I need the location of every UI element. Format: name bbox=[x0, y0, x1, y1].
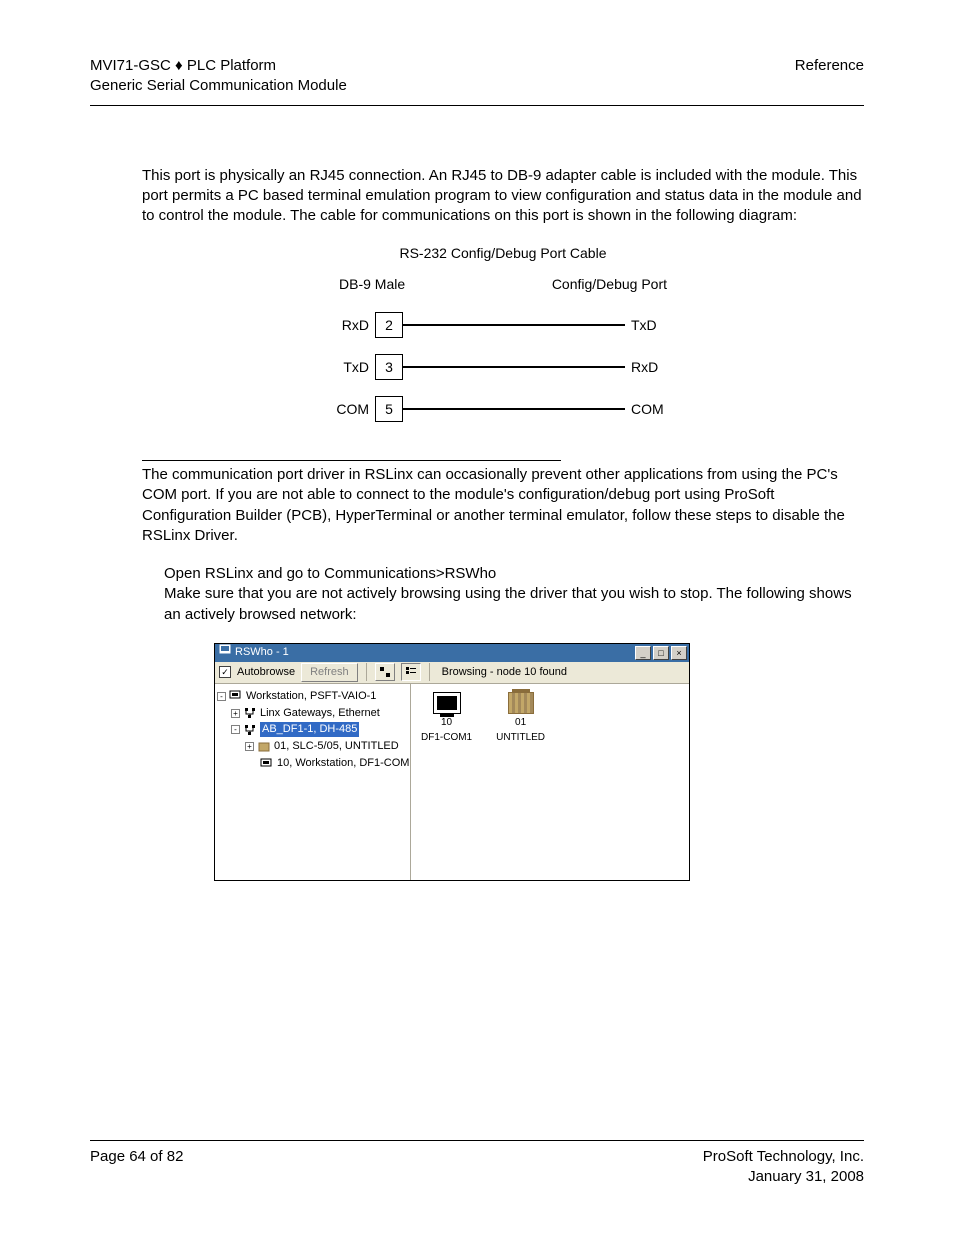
network-icon bbox=[243, 707, 257, 719]
header-title-1: MVI71-GSC ♦ PLC Platform bbox=[90, 56, 347, 76]
footer-company: ProSoft Technology, Inc. bbox=[703, 1147, 864, 1167]
footer-date: January 31, 2008 bbox=[703, 1167, 864, 1187]
cable-right-label: TxD bbox=[625, 316, 673, 335]
cable-left-label: COM bbox=[333, 400, 375, 419]
monitor-icon bbox=[433, 692, 461, 714]
workstation-icon bbox=[229, 690, 243, 702]
step-line: Make sure that you are not actively brow… bbox=[164, 584, 864, 625]
refresh-button[interactable]: Refresh bbox=[301, 663, 358, 682]
steps: Open RSLinx and go to Communications>RSW… bbox=[142, 564, 864, 625]
plc-icon bbox=[257, 741, 271, 753]
workstation-icon bbox=[260, 758, 274, 770]
cable-head-left: DB-9 Male bbox=[339, 275, 405, 294]
tree-pane[interactable]: - Workstation, PSFT-VAIO-1 + Linx Gatewa… bbox=[215, 684, 411, 880]
cable-head-right: Config/Debug Port bbox=[552, 275, 667, 294]
tree-node-label: Workstation, PSFT-VAIO-1 bbox=[246, 689, 376, 704]
expand-icon[interactable]: + bbox=[245, 742, 254, 751]
header-left: MVI71-GSC ♦ PLC Platform Generic Serial … bbox=[90, 56, 347, 97]
cable-right-label: RxD bbox=[625, 358, 673, 377]
toolbar-divider bbox=[366, 663, 367, 681]
cable-head: DB-9 Male Config/Debug Port bbox=[339, 275, 667, 294]
cable-diagram: RS-232 Config/Debug Port Cable DB-9 Male… bbox=[333, 244, 673, 430]
tree-node-label: 10, Workstation, DF1-COM1 bbox=[277, 756, 411, 771]
list-item-line2: DF1-COM1 bbox=[421, 731, 472, 745]
plc-icon bbox=[508, 692, 534, 714]
cable-wire bbox=[403, 408, 625, 410]
header-right: Reference bbox=[795, 56, 864, 97]
cable-rows: RxD 2 TxD TxD 3 RxD COM 5 COM bbox=[333, 304, 673, 430]
toolbar: ✓ Autobrowse Refresh Browsing - node 10 … bbox=[215, 662, 689, 684]
cable-row: RxD 2 TxD bbox=[333, 304, 673, 346]
expand-icon[interactable]: + bbox=[231, 709, 240, 718]
page-header: MVI71-GSC ♦ PLC Platform Generic Serial … bbox=[90, 56, 864, 106]
large-icons-button[interactable] bbox=[375, 663, 395, 681]
minimize-button[interactable]: _ bbox=[635, 646, 651, 660]
close-button[interactable]: × bbox=[671, 646, 687, 660]
list-pane: 10 DF1-COM1 01 UNTITLED bbox=[411, 684, 689, 880]
tree-node-label: 01, SLC-5/05, UNTITLED bbox=[274, 739, 399, 754]
tree-node-label: Linx Gateways, Ethernet bbox=[260, 706, 380, 721]
cable-left-label: RxD bbox=[333, 316, 375, 335]
expand-icon[interactable]: - bbox=[217, 692, 226, 701]
paragraph-1: This port is physically an RJ45 connecti… bbox=[142, 166, 864, 227]
footer-left: Page 64 of 82 bbox=[90, 1147, 183, 1188]
cable-title: RS-232 Config/Debug Port Cable bbox=[333, 244, 673, 263]
cable-row: TxD 3 RxD bbox=[333, 346, 673, 388]
main-content: This port is physically an RJ45 connecti… bbox=[90, 166, 864, 881]
autobrowse-label: Autobrowse bbox=[237, 665, 295, 680]
list-item-line2: UNTITLED bbox=[496, 731, 545, 745]
list-item[interactable]: 01 UNTITLED bbox=[496, 692, 545, 745]
window-titlebar[interactable]: RSWho - 1 _ □ × bbox=[215, 644, 689, 662]
list-item-line1: 01 bbox=[515, 716, 526, 730]
browse-status: Browsing - node 10 found bbox=[438, 665, 567, 680]
cable-right-label: COM bbox=[625, 400, 673, 419]
cable-pin: 2 bbox=[375, 312, 403, 338]
toolbar-divider bbox=[429, 663, 430, 681]
expand-icon[interactable]: - bbox=[231, 725, 240, 734]
details-button[interactable] bbox=[401, 663, 421, 681]
window-title: RSWho - 1 bbox=[235, 645, 289, 660]
cable-row: COM 5 COM bbox=[333, 388, 673, 430]
network-icon bbox=[243, 724, 257, 736]
paragraph-2: The communication port driver in RSLinx … bbox=[142, 465, 864, 546]
header-title-2: Generic Serial Communication Module bbox=[90, 76, 347, 96]
maximize-button[interactable]: □ bbox=[653, 646, 669, 660]
cable-wire bbox=[403, 366, 625, 368]
rswho-window: RSWho - 1 _ □ × ✓ Autobrowse Refresh Bro… bbox=[214, 643, 690, 881]
page-footer: Page 64 of 82 ProSoft Technology, Inc. J… bbox=[90, 1140, 864, 1188]
list-item[interactable]: 10 DF1-COM1 bbox=[421, 692, 472, 745]
divider bbox=[142, 460, 561, 461]
app-icon bbox=[219, 644, 231, 661]
panes: - Workstation, PSFT-VAIO-1 + Linx Gatewa… bbox=[215, 684, 689, 880]
cable-wire bbox=[403, 324, 625, 326]
autobrowse-checkbox[interactable]: ✓ bbox=[219, 666, 231, 678]
tree-node-label: AB_DF1-1, DH-485 bbox=[260, 722, 359, 737]
cable-pin: 3 bbox=[375, 354, 403, 380]
list-item-line1: 10 bbox=[441, 716, 452, 730]
cable-pin: 5 bbox=[375, 396, 403, 422]
step-line: Open RSLinx and go to Communications>RSW… bbox=[164, 564, 864, 584]
cable-left-label: TxD bbox=[333, 358, 375, 377]
